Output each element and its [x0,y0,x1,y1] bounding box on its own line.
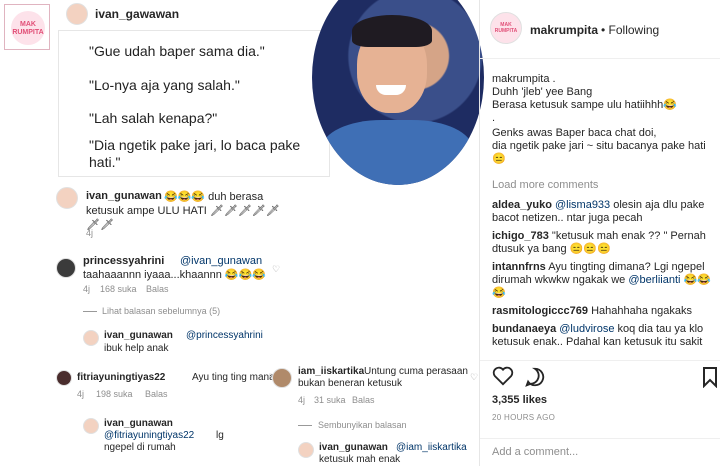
follow-status[interactable]: • Following [601,23,659,37]
note-line-3: "Lah salah kenapa?" [89,110,218,126]
comment-time-iiskartika: 4j [298,395,306,405]
hide-replies-link[interactable]: Sembunyikan balasan [318,420,407,430]
likes-count[interactable]: 3,355 likes [492,394,547,406]
comment-time-princessyahrini: 4j [83,284,91,294]
list-item: rasmitologiccc769 Hahahhaha ngakaks [492,305,714,318]
caption-time: 4j [86,228,94,238]
heart-icon[interactable]: ♡ [470,372,478,383]
comment-username[interactable]: aldea_yuko [492,199,552,211]
comment-mention[interactable]: @lisma933 [555,199,610,211]
actions-divider [480,360,720,361]
header-username[interactable]: makrumpita [530,23,598,37]
reply-avatar-ivan-2[interactable] [83,418,99,434]
brand-logo-text: MAK RUMPITA [12,21,44,36]
comment-mention[interactable]: @berliianti [628,274,680,286]
reply-text-ivan-2: lg ngepel di rumah [104,430,224,453]
note-line-1: "Gue udah baper sama dia." [89,43,265,59]
header-avatar-text: MAK RUMPITA [494,22,518,34]
caption-user[interactable]: makrumpita . [492,73,714,86]
caption-line-5: dia ngetik pake jari ~ situ bacanya pake… [492,140,706,165]
reply-username-ivan-3[interactable]: ivan_gunawan [319,442,388,453]
post-avatar[interactable] [66,3,88,25]
list-item: bundanaeya @ludvirose koq dia tau ya klo… [492,323,714,349]
comment-icon[interactable] [524,366,546,388]
reply-avatar-ivan-3[interactable] [298,442,314,458]
comment-avatar-princessyahrini[interactable] [56,258,76,278]
comment-text-iiskartika: Untung cuma perasaan bukan beneran ketus… [298,366,468,389]
reply-avatar-ivan-1[interactable] [83,330,99,346]
post-username[interactable]: ivan_gawawan [95,7,179,21]
comment-avatar-iiskartika[interactable] [272,368,292,388]
comment-username[interactable]: ichigo_783 [492,230,549,242]
reply-mention-ivan-1[interactable]: @princessyahrini [186,330,263,341]
heart-icon[interactable] [492,366,514,386]
add-comment-input[interactable]: Add a comment... [492,446,578,458]
comment-likes-princessyahrini[interactable]: 168 suka [100,284,137,294]
comment-reply-iiskartika[interactable]: Balas [352,395,375,405]
list-item: ichigo_783 "ketusuk mah enak ?? " Pernah… [492,230,714,256]
reply-text-ivan-1: ibuk help anak [104,343,169,354]
brand-logo: MAK RUMPITA [4,4,50,50]
comment-text: Hahahhaha ngakaks [591,305,692,317]
hide-replies-line [298,425,312,426]
reply-text-ivan-3: ketusuk mah enak [319,454,401,465]
comment-username[interactable]: rasmitologiccc769 [492,305,588,317]
left-panel: MAK RUMPITA ivan_gawawan "Gue udah baper… [0,0,484,466]
view-replies-link[interactable]: Lihat balasan sebelumnya (5) [102,306,220,316]
comment-text-princessyahrini: taahaaannn iyaaa...khaannn 😂😂😂 [83,269,266,281]
load-more-comments[interactable]: Load more comments [492,179,598,191]
comment-likes-iiskartika[interactable]: 31 suka [314,395,346,405]
caption-avatar[interactable] [56,187,78,209]
comment-username-fitri[interactable]: fitriayuningtiyas22 [77,372,165,383]
comment-time-fitri: 4j [77,389,85,399]
header-avatar[interactable]: MAK RUMPITA [490,12,522,44]
post-time: 20 HOURS AGO [492,413,556,422]
view-replies-line [83,311,97,312]
comment-mention-princessyahrini[interactable]: @ivan_gunawan [180,255,262,267]
reply-username-ivan-1[interactable]: ivan_gunawan [104,330,173,341]
add-comment-divider [480,438,720,439]
reply-username-ivan-2[interactable]: ivan_gunawan [104,418,173,429]
note-line-2: "Lo-nya aja yang salah." [89,77,240,93]
caption-line-3: . [492,112,496,124]
reply-mention-ivan-3[interactable]: @iam_iiskartika [396,442,467,453]
heart-icon[interactable]: ♡ [272,264,280,275]
profile-photo [312,0,484,185]
caption-line-1: Duhh 'jleb' yee Bang [492,86,593,98]
caption-block: makrumpita . Duhh 'jleb' yee Bang Berasa… [492,73,714,166]
bookmark-icon[interactable] [702,366,718,388]
header-divider [480,58,720,59]
comment-avatar-fitri[interactable] [56,370,72,386]
list-item: intannfrns Ayu tingting dimana? Lgi ngep… [492,261,714,300]
comment-likes-fitri[interactable]: 198 suka [96,389,133,399]
note-line-4: "Dia ngetik pake jari, lo baca pake hati… [89,137,301,170]
comment-username-princessyahrini[interactable]: princessyahrini [83,255,164,267]
caption-line-4: Genks awas Baper baca chat doi, [492,127,657,139]
note-card: "Gue udah baper sama dia." "Lo-nya aja y… [58,30,330,177]
comment-mention[interactable]: @ludvirose [559,323,614,335]
right-panel: MAK RUMPITA makrumpita • Following makru… [480,0,720,466]
comment-list: aldea_yuko @lisma933 olesin aja dlu pake… [492,199,714,349]
list-item: aldea_yuko @lisma933 olesin aja dlu pake… [492,199,714,225]
comment-username[interactable]: bundanaeya [492,323,556,335]
caption-text: 😂😂😂 duh berasa ketusuk ampe ULU HATI 🗡🗡🗡… [86,191,280,231]
comment-username[interactable]: intannfrns [492,261,546,273]
caption-line-2: Berasa ketusuk sampe ulu hatiihhh😂 [492,99,677,111]
comment-reply-fitri[interactable]: Balas [145,389,168,399]
comment-reply-princessyahrini[interactable]: Balas [146,284,169,294]
comment-text-fitri: Ayu ting ting mana? [192,372,281,383]
